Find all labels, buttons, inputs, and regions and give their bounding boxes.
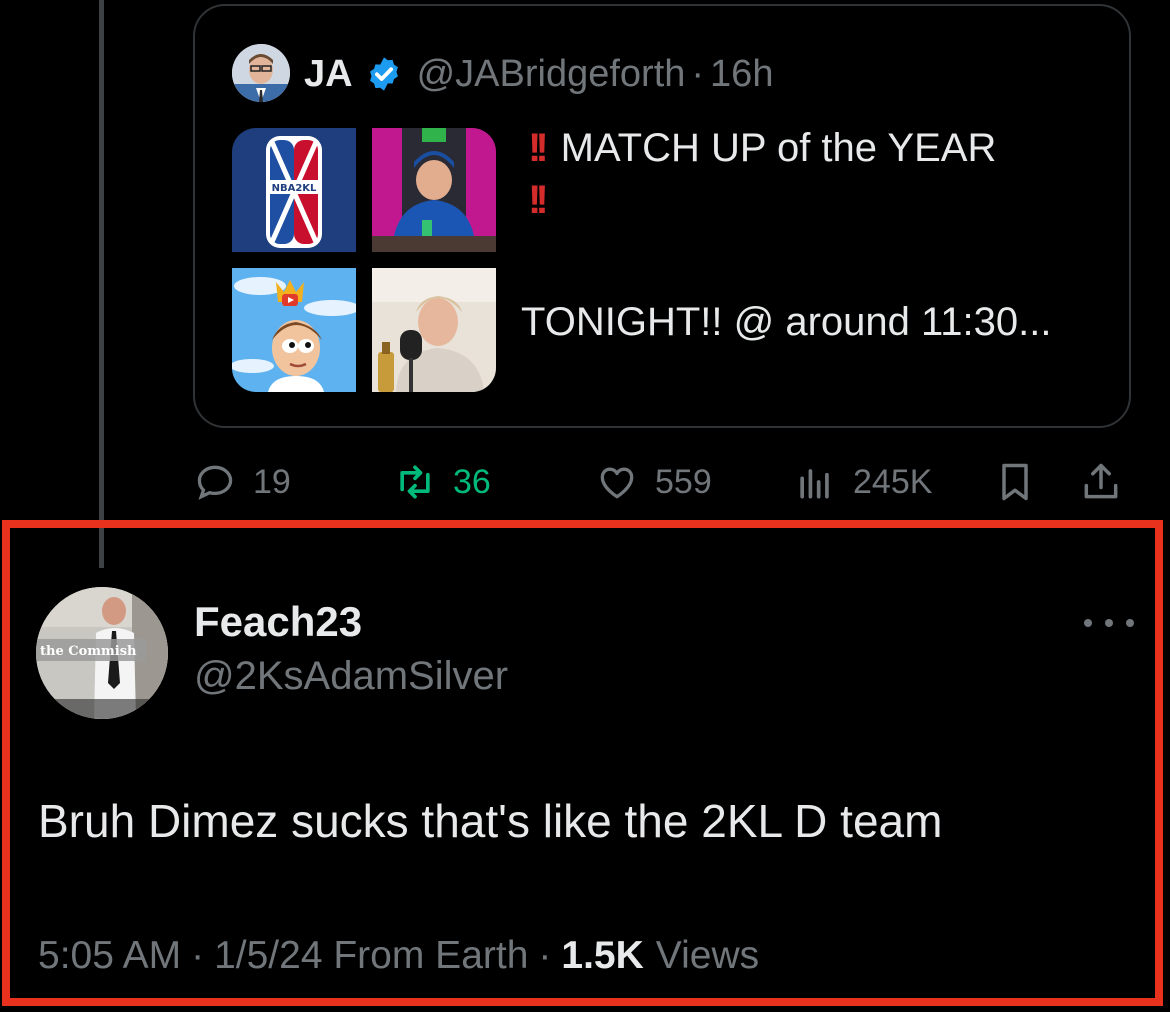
- tweet-action-bar: 19 36 559 245K: [193, 454, 1133, 510]
- reply-views-label: Views: [655, 934, 760, 977]
- retweet-button[interactable]: 36: [393, 454, 491, 510]
- thread-connector-line: [99, 0, 104, 568]
- bookmark-button[interactable]: [993, 454, 1037, 510]
- double-exclamation-emoji-2: !!: [528, 178, 548, 222]
- quoted-tweet-text-line-2: TONIGHT!! @ around 11:30...: [521, 300, 1052, 344]
- media-image-cartoon-avatar[interactable]: [232, 268, 356, 392]
- player-photo-icon: [372, 128, 496, 252]
- quoted-author-handle[interactable]: @JABridgeforth: [417, 53, 686, 96]
- double-exclamation-emoji: !!: [528, 126, 548, 170]
- nba2kl-logo-text: NBA2KL: [272, 183, 317, 194]
- heart-icon: [600, 467, 634, 499]
- reply-icon: [197, 465, 233, 500]
- cartoon-avatar-icon: [232, 268, 356, 392]
- podcast-photo-icon: [372, 268, 496, 392]
- analytics-bars-icon: [800, 469, 829, 499]
- media-image-nba2kl-logo[interactable]: NBA2KL: [232, 128, 356, 252]
- nba2kl-logo-icon: NBA2KL: [232, 128, 356, 252]
- views-button[interactable]: 245K: [793, 454, 932, 510]
- like-button[interactable]: 559: [595, 454, 712, 510]
- more-dot-icon: [1084, 619, 1092, 627]
- more-dot-icon: [1126, 619, 1134, 627]
- quoted-tweet-time[interactable]: 16h: [710, 53, 773, 96]
- reply-handle[interactable]: @2KsAdamSilver: [194, 654, 508, 699]
- retweet-icon: [400, 465, 430, 499]
- verified-badge-icon: [369, 57, 398, 91]
- reply-count: 19: [253, 462, 291, 501]
- share-button[interactable]: [1079, 454, 1123, 510]
- commish-photo-icon: the Commish: [36, 587, 168, 719]
- reply-text: Bruh Dimez sucks that's like the 2KL D t…: [38, 795, 943, 847]
- avatar-caption-text: the Commish: [40, 644, 137, 659]
- separator-dot: ·: [191, 934, 205, 977]
- share-icon: [1084, 463, 1118, 499]
- bookmark-icon: [1002, 463, 1028, 501]
- quoted-author-avatar[interactable]: [232, 44, 290, 102]
- media-image-player-photo[interactable]: [372, 128, 496, 252]
- reply-button[interactable]: 19: [193, 454, 291, 510]
- more-options-button[interactable]: [1084, 606, 1134, 640]
- quoted-tweet-text-line-1: !! MATCH UP of the YEAR !!: [528, 122, 1108, 226]
- more-dot-icon: [1105, 619, 1113, 627]
- retweet-count: 36: [453, 462, 491, 501]
- reply-meta: 5:05 AM · 1/5/24 From Earth · 1.5K Views: [38, 934, 759, 978]
- view-count: 245K: [853, 462, 933, 501]
- tweet-thread-view: JA @JABridgeforth · 16h NBA2KL !! MATCH …: [0, 0, 1170, 1012]
- reply-time[interactable]: 5:05 AM: [38, 934, 181, 978]
- separator-dot: ·: [691, 52, 705, 95]
- media-image-podcast-photo[interactable]: [372, 268, 496, 392]
- separator-dot: ·: [538, 934, 552, 977]
- quoted-media-grid[interactable]: NBA2KL: [232, 128, 496, 392]
- reply-display-name[interactable]: Feach23: [194, 598, 362, 646]
- like-count: 559: [655, 462, 712, 501]
- profile-photo-icon: [232, 44, 290, 102]
- quoted-tweet-header: JA @JABridgeforth · 16h: [304, 48, 773, 100]
- reply-views-count[interactable]: 1.5K: [561, 934, 643, 978]
- reply-author-avatar[interactable]: the Commish: [36, 587, 168, 719]
- reply-date-location: 1/5/24 From Earth: [214, 934, 529, 977]
- quoted-author-name[interactable]: JA: [304, 53, 353, 96]
- quoted-text-headline: MATCH UP of the YEAR: [560, 126, 997, 170]
